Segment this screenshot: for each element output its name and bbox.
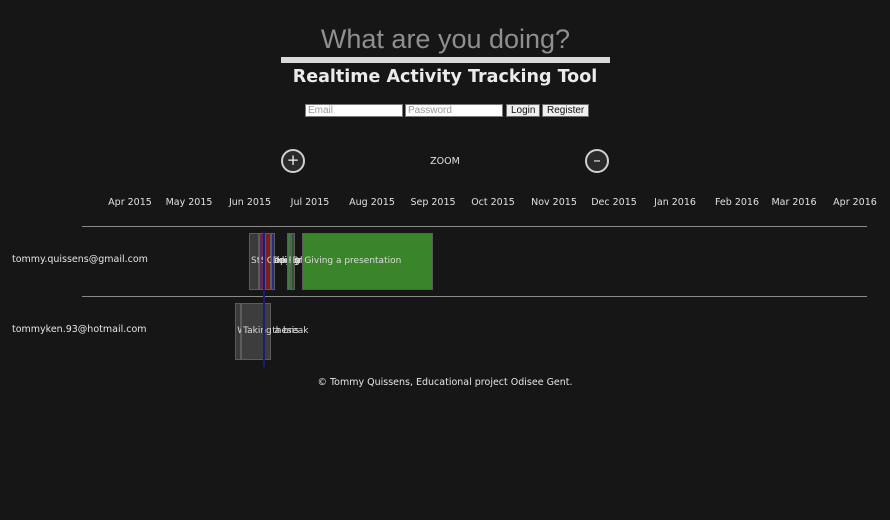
zoom-in-button[interactable]: + bbox=[281, 149, 305, 173]
user-label: tommyken.93@hotmail.com bbox=[12, 324, 147, 335]
email-input[interactable] bbox=[305, 104, 403, 117]
activity-block[interactable]: Studying bbox=[249, 233, 291, 290]
month-label: Dec 2015 bbox=[591, 197, 637, 208]
login-button[interactable]: Login bbox=[506, 104, 541, 117]
headline-divider bbox=[281, 57, 610, 63]
user-label: tommy.quissens@gmail.com bbox=[12, 254, 148, 265]
month-label: May 2015 bbox=[165, 197, 213, 208]
zoom-out-button[interactable]: – bbox=[585, 149, 609, 173]
current-time-marker bbox=[263, 231, 265, 367]
month-label: Mar 2016 bbox=[771, 197, 817, 208]
activity-block[interactable]: Breaking bbox=[290, 233, 332, 290]
activity-label: Giving a presentation bbox=[304, 255, 402, 266]
row-divider bbox=[82, 226, 867, 227]
footer: © Tommy Quissens, Educational project Od… bbox=[317, 377, 573, 388]
activity-block[interactable]: Taking a break bbox=[241, 303, 308, 360]
row-divider bbox=[82, 296, 867, 297]
headline: What are you doing? bbox=[320, 24, 571, 54]
activity-label: Taking a break bbox=[243, 325, 309, 336]
activity-block[interactable]: Giving a presentation bbox=[302, 233, 433, 290]
month-label: Jul 2015 bbox=[290, 197, 330, 208]
month-label: Aug 2015 bbox=[349, 197, 395, 208]
activity-block[interactable]: Designing bbox=[270, 233, 318, 290]
month-label: Apr 2016 bbox=[833, 197, 877, 208]
page-title: Realtime Activity Tracking Tool bbox=[292, 67, 598, 87]
zoom-label: ZOOM bbox=[430, 156, 460, 167]
register-button[interactable]: Register bbox=[542, 104, 590, 117]
activity-block[interactable]: Coding bbox=[264, 233, 298, 290]
month-label: Jan 2016 bbox=[654, 197, 696, 208]
password-input[interactable] bbox=[405, 104, 503, 117]
month-label: Oct 2015 bbox=[471, 197, 515, 208]
